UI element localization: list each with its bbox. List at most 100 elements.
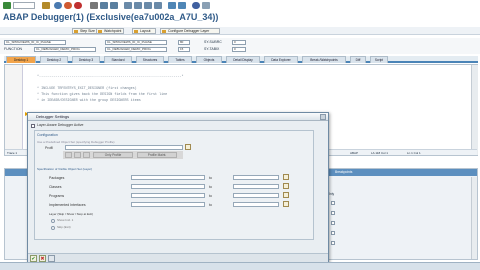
classes-to-label: to bbox=[209, 185, 212, 189]
interfaces-to-label: to bbox=[209, 203, 212, 207]
tab-detail-display[interactable]: Detail Display bbox=[226, 56, 260, 63]
configuration-group: Configuration Use a Predefined Object Se… bbox=[34, 130, 314, 240]
interfaces-label: Implemented Interfaces bbox=[49, 203, 86, 207]
tab-objects[interactable]: Objects bbox=[196, 56, 222, 63]
tab-break-watchpoints[interactable]: Break./Watchpoints bbox=[302, 56, 346, 63]
interfaces-to-input[interactable] bbox=[233, 202, 279, 207]
status-bar bbox=[0, 262, 480, 270]
editor-status-left: Trace 1 bbox=[7, 151, 18, 155]
window-title: ABAP Debugger(1) (Exclusive(ea7u002a_A7U… bbox=[3, 12, 219, 22]
info-event-field: CL_DEBUGGER_DEMO_PROG bbox=[34, 47, 96, 52]
tab-diff[interactable]: Diff bbox=[350, 56, 366, 63]
configure-debugger-layer-button[interactable]: Configure Debugger Layer bbox=[160, 28, 220, 34]
system-toolbar bbox=[0, 0, 480, 10]
desktop-tabstrip: Desktop 1 Desktop 2 Desktop 3 Standard S… bbox=[4, 56, 478, 63]
info-include2-field: CL_DEBUGGER_DEMO_PROG bbox=[105, 47, 167, 52]
profile-label: Profil bbox=[45, 146, 53, 150]
command-field[interactable] bbox=[13, 2, 35, 9]
interfaces-from-input[interactable] bbox=[131, 202, 205, 207]
new-session-icon[interactable] bbox=[168, 2, 176, 9]
dialog-title: Debugger Settings bbox=[28, 113, 328, 121]
classes-label: Classes bbox=[49, 185, 62, 189]
back-icon[interactable] bbox=[54, 2, 62, 9]
profile-input[interactable] bbox=[65, 145, 183, 150]
object-set-title: Specification of Visible Object Set (Lay… bbox=[37, 167, 93, 171]
read-only-checkbox[interactable] bbox=[331, 231, 335, 235]
packages-from-input[interactable] bbox=[131, 175, 205, 180]
programs-to-label: to bbox=[209, 194, 212, 198]
editor-mode: ABAP bbox=[350, 151, 359, 155]
layout-icon[interactable] bbox=[202, 2, 210, 9]
panel-scrollbar[interactable] bbox=[471, 177, 477, 259]
show-option-radio[interactable] bbox=[51, 219, 55, 223]
skip-option-radio[interactable] bbox=[51, 226, 55, 230]
find-next-icon[interactable] bbox=[110, 2, 118, 9]
help-icon[interactable] bbox=[192, 2, 200, 9]
options-icon[interactable] bbox=[48, 255, 55, 262]
debugger-settings-dialog: Debugger Settings Layer-Aware Debugger A… bbox=[27, 112, 329, 264]
interfaces-multiple-selection-icon[interactable] bbox=[283, 201, 289, 207]
save-icon[interactable] bbox=[42, 2, 50, 9]
tab-script[interactable]: Script bbox=[370, 56, 388, 63]
layout-button[interactable]: Layout bbox=[132, 28, 156, 34]
enter-icon[interactable] bbox=[3, 2, 11, 9]
print-icon[interactable] bbox=[90, 2, 98, 9]
skip-option-label: Skip (Exit) bbox=[57, 225, 71, 229]
programs-from-input[interactable] bbox=[131, 193, 205, 198]
classes-to-input[interactable] bbox=[233, 184, 279, 189]
classes-from-input[interactable] bbox=[131, 184, 205, 189]
packages-multiple-selection-icon[interactable] bbox=[283, 174, 289, 180]
tab-structures[interactable]: Structures bbox=[136, 56, 164, 63]
profile-ops-bar: Only Profile Profile Maint. bbox=[63, 151, 183, 159]
code-line: * This function gives back the DESIGN fi… bbox=[37, 93, 168, 97]
read-only-checkbox[interactable] bbox=[331, 241, 335, 245]
editor-scrollbar[interactable] bbox=[471, 65, 478, 155]
programs-multiple-selection-icon[interactable] bbox=[283, 192, 289, 198]
panel-header-label: Breakpoints bbox=[335, 170, 353, 174]
application-toolbar: Step Size Watchpoint Layout Configure De… bbox=[0, 27, 480, 35]
info-event-type: FUNCTION bbox=[4, 47, 23, 51]
watchpoint-button[interactable]: Watchpoint bbox=[96, 28, 124, 34]
tab-desktop-3[interactable]: Desktop 3 bbox=[72, 56, 100, 63]
info-sysvar2-value: 0 bbox=[232, 47, 246, 52]
tab-desktop-2[interactable]: Desktop 2 bbox=[40, 56, 68, 63]
read-only-checkbox[interactable] bbox=[331, 201, 335, 205]
read-only-checkbox[interactable] bbox=[331, 221, 335, 225]
programs-label: Programs bbox=[49, 194, 65, 198]
programs-to-input[interactable] bbox=[233, 193, 279, 198]
previous-page-icon[interactable] bbox=[134, 2, 142, 9]
info-area: CL_SPRGVIEWS_ID_IC_PHASE CL_SPRGVIEWS_ID… bbox=[0, 38, 480, 54]
cancel-icon[interactable] bbox=[74, 2, 82, 9]
packages-to-input[interactable] bbox=[233, 175, 279, 180]
op-button-1[interactable] bbox=[65, 152, 72, 158]
next-page-icon[interactable] bbox=[144, 2, 152, 9]
profile-help-icon[interactable] bbox=[185, 144, 191, 150]
tab-desktop-1[interactable]: Desktop 1 bbox=[6, 56, 36, 63]
only-profile-button[interactable]: Only Profile bbox=[93, 152, 133, 158]
exit-icon[interactable] bbox=[64, 2, 72, 9]
tab-tables[interactable]: Tables bbox=[168, 56, 192, 63]
classes-multiple-selection-icon[interactable] bbox=[283, 183, 289, 189]
layer-aware-checkbox[interactable] bbox=[31, 124, 35, 128]
layer-aware-label: Layer-Aware Debugger Active bbox=[37, 123, 84, 127]
editor-gutter[interactable] bbox=[5, 65, 23, 155]
last-page-icon[interactable] bbox=[154, 2, 162, 9]
cancel-button[interactable]: ✖ bbox=[39, 255, 46, 262]
shortcut-icon[interactable] bbox=[178, 2, 186, 9]
op-button-3[interactable] bbox=[83, 152, 90, 158]
profile-maintenance-button[interactable]: Profile Maint. bbox=[137, 152, 177, 158]
tab-data-explorer[interactable]: Data Explorer bbox=[264, 56, 298, 63]
find-icon[interactable] bbox=[100, 2, 108, 9]
code-line: *---------------------------------------… bbox=[37, 75, 184, 79]
info-line-field: 80 bbox=[178, 40, 190, 45]
info-sysvar-value: 0 bbox=[232, 40, 246, 45]
first-page-icon[interactable] bbox=[124, 2, 132, 9]
read-only-checkbox[interactable] bbox=[331, 211, 335, 215]
confirm-button[interactable]: ✔ bbox=[30, 255, 37, 262]
tab-standard[interactable]: Standard bbox=[104, 56, 132, 63]
configuration-hint: Use a Predefined Object Set (specifying … bbox=[37, 140, 115, 144]
info-sysvar-label: SY-SUBRC bbox=[204, 40, 222, 44]
info-sysvar2-label: SY-TABIX bbox=[204, 47, 220, 51]
op-button-2[interactable] bbox=[74, 152, 81, 158]
dialog-close-icon[interactable] bbox=[320, 114, 326, 120]
